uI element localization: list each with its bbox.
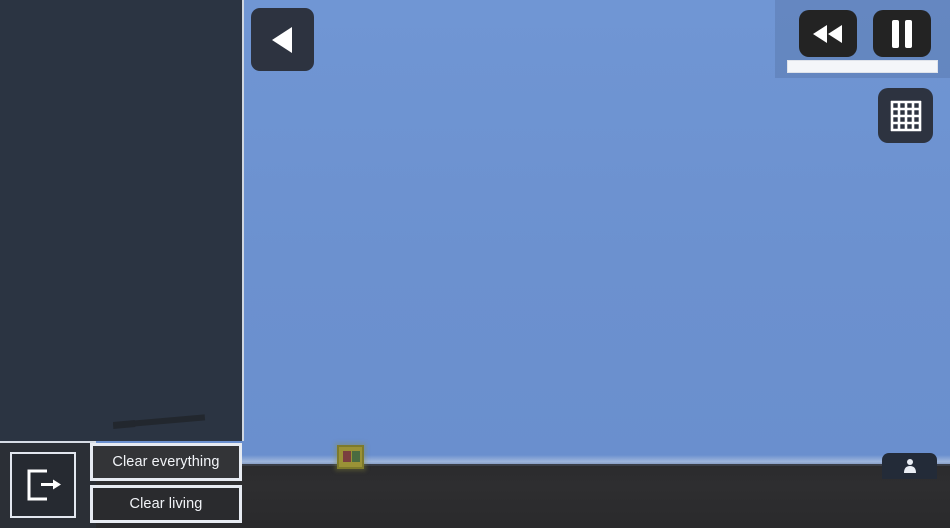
spawn-human-button[interactable] — [882, 453, 937, 479]
exit-button[interactable] — [10, 452, 76, 518]
simulation-speed-slider[interactable] — [787, 60, 938, 73]
clear-living-button[interactable]: Clear living — [90, 485, 242, 523]
pause-button[interactable] — [873, 10, 931, 57]
game-screen: Clear everything Clear living — [0, 0, 950, 528]
collapse-panel-button[interactable] — [251, 8, 314, 71]
pause-icon — [892, 19, 912, 48]
person-icon — [903, 459, 916, 473]
clear-everything-button[interactable]: Clear everything — [90, 443, 242, 481]
playback-controls — [775, 0, 950, 80]
sidebar-edge — [242, 0, 244, 441]
clear-living-label: Clear living — [129, 496, 203, 512]
triangle-left-icon — [271, 26, 292, 53]
grid-icon — [890, 100, 921, 131]
clear-everything-label: Clear everything — [112, 454, 220, 470]
rewind-icon — [813, 24, 842, 43]
left-sidebar — [0, 0, 243, 441]
rewind-button[interactable] — [799, 10, 857, 57]
world-object-crate[interactable] — [337, 445, 364, 469]
bottom-left-divider — [0, 441, 96, 443]
exit-icon — [27, 469, 61, 501]
clear-buttons-group: Clear everything Clear living — [90, 443, 242, 523]
grid-toggle-button[interactable] — [878, 88, 933, 143]
